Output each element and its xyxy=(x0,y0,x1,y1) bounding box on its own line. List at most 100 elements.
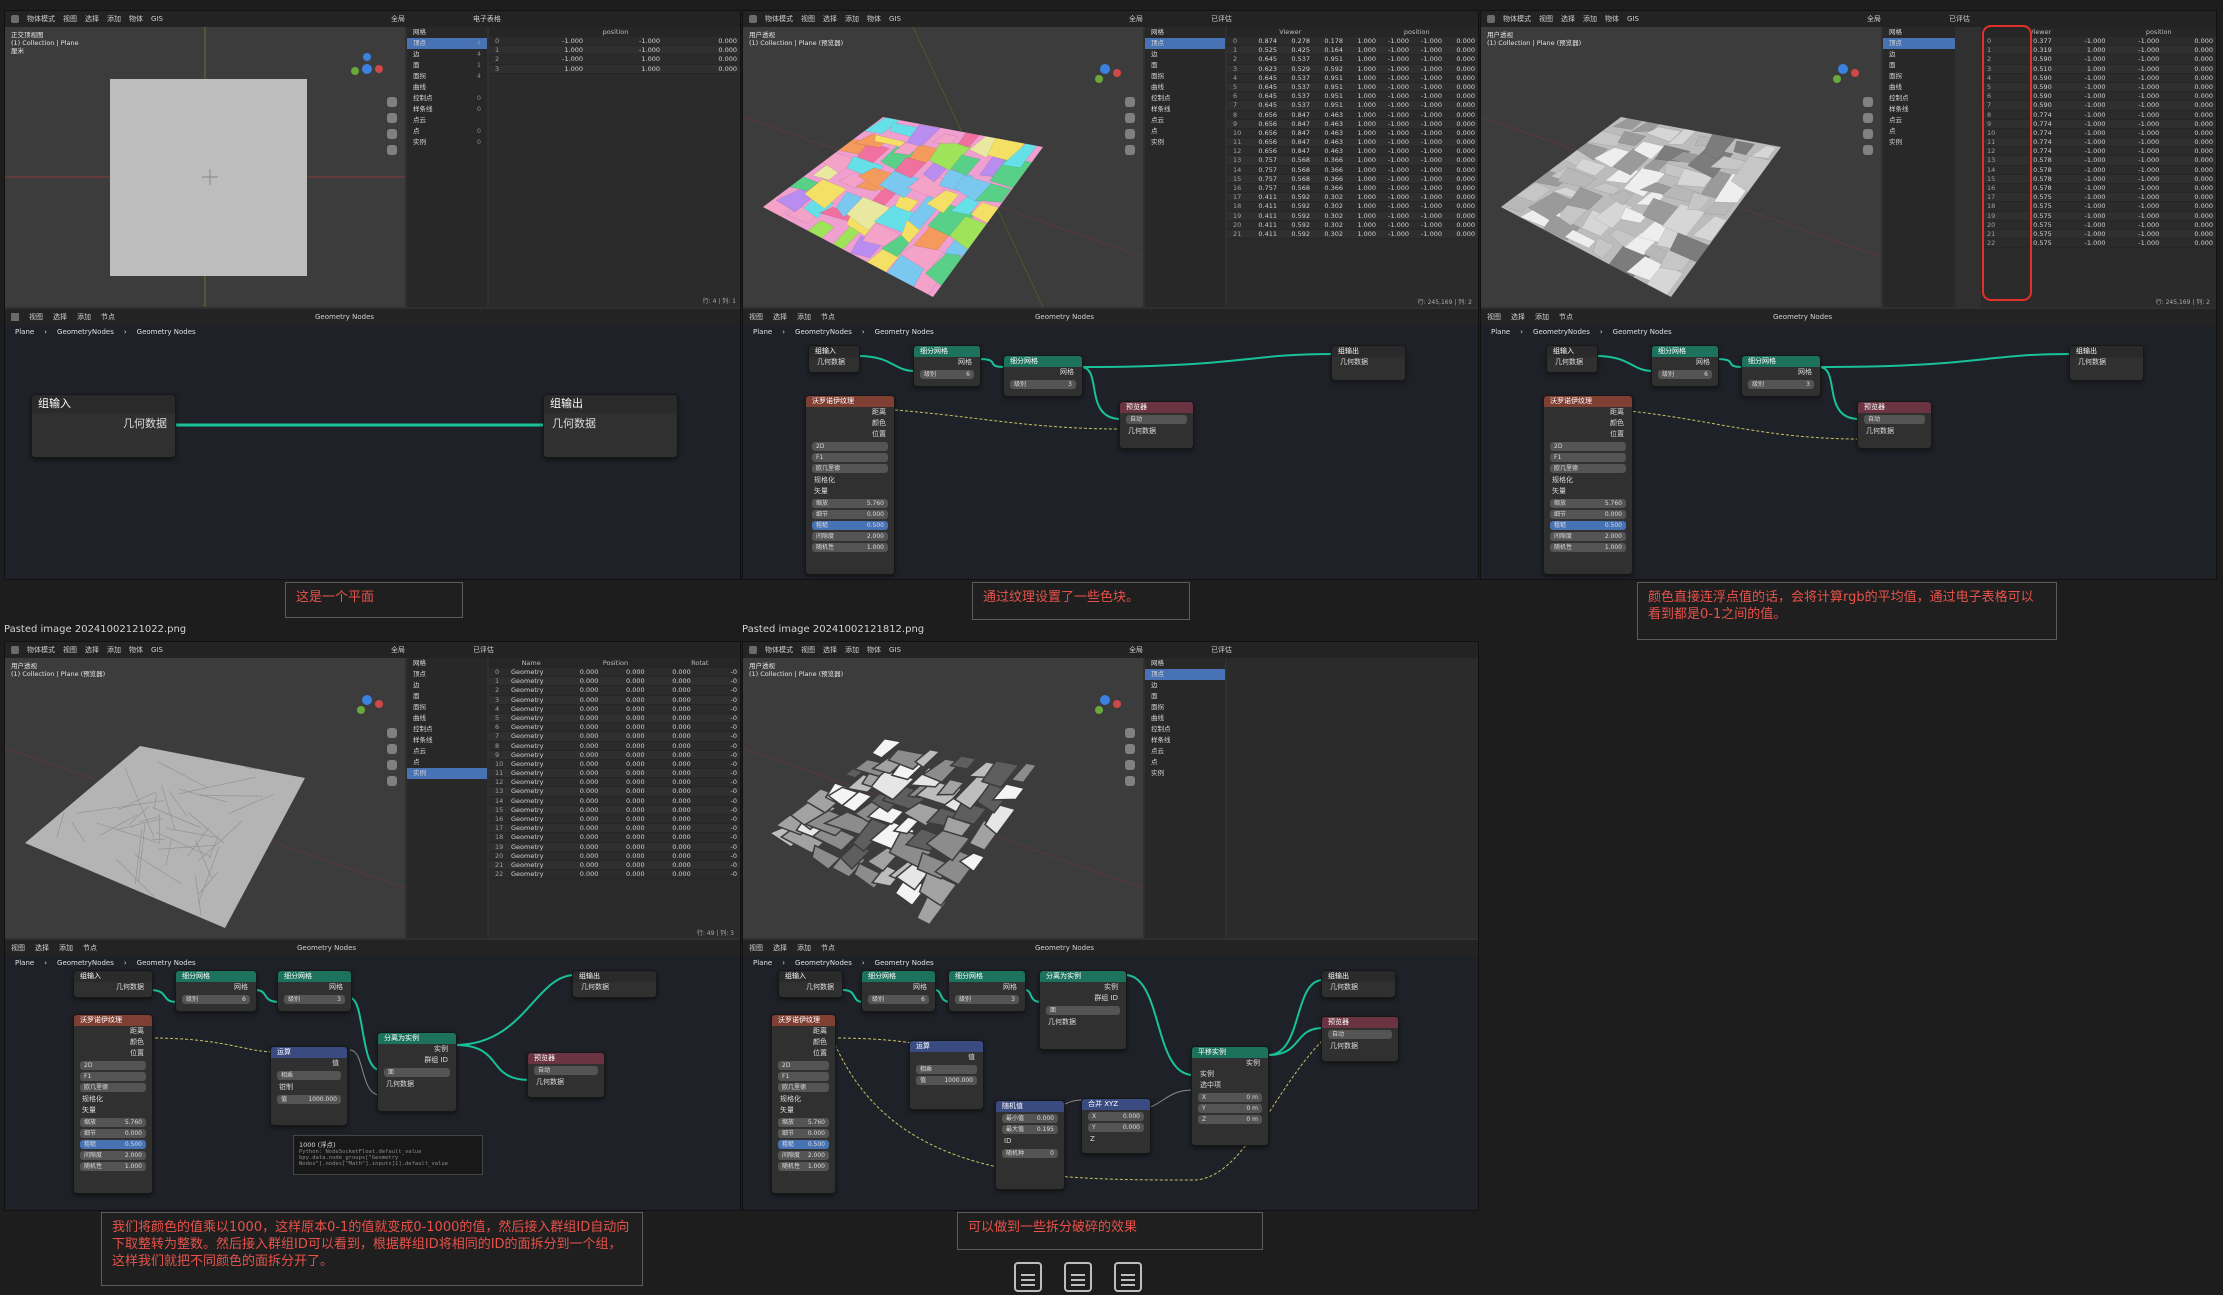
group-input-node[interactable]: 组输入 几何数据 xyxy=(1546,345,1598,373)
group-output-node[interactable]: 组输出 几何数据 xyxy=(1321,970,1396,998)
table-row: 12 Geometry 0.000 0.000 0.000 -0 xyxy=(489,778,740,788)
menu-select[interactable]: 选择 xyxy=(85,14,99,24)
document-icon[interactable] xyxy=(1064,1262,1092,1292)
viewport-tools[interactable] xyxy=(387,97,401,155)
viewer-node[interactable]: 预览器 自动 几何数据 xyxy=(527,1052,605,1098)
3d-viewport[interactable]: 用户透视 (1) Collection | Plane (预览器) xyxy=(743,658,1143,938)
3d-viewport[interactable]: 用户透视 (1) Collection | Plane (预览器) xyxy=(743,27,1143,307)
viewport-tools[interactable] xyxy=(1863,97,1877,155)
transform-orientation[interactable]: 全局 xyxy=(391,14,405,24)
viewer-node[interactable]: 预览器 自动 几何数据 xyxy=(1119,401,1194,449)
viewport-header[interactable]: 物体模式 视图 选择 添加 物体 GIS 全局 已评估 xyxy=(5,642,740,658)
outliner-item[interactable]: 控制点 0 xyxy=(407,93,487,104)
math-node[interactable]: 运算值相乘 钳制值 1000.000 xyxy=(270,1046,348,1126)
group-input-node[interactable]: 组输入 几何数据 xyxy=(73,970,153,998)
node-tree-selector[interactable]: Geometry Nodes xyxy=(315,313,374,321)
table-row: 7 Geometry 0.000 0.000 0.000 -0 xyxy=(489,732,740,742)
outliner[interactable]: 网格 顶点 边 面 面拐 曲线 控制点 样条线 点云 点 实例 xyxy=(1145,658,1225,938)
viewport-header[interactable]: 物体模式 视图 选择 添加 物体 GIS 全局 已评估 xyxy=(1481,11,2216,27)
translate-instances-node[interactable]: 平移实例 实例 实例 选中项 X 0 mY0 mZ0 m xyxy=(1191,1046,1269,1146)
viewer-node[interactable]: 预览器 自动 几何数据 xyxy=(1321,1016,1399,1062)
mesh-grid-node[interactable]: 细分网格 网格 级别 6 xyxy=(175,970,257,1012)
viewport-tools[interactable] xyxy=(387,728,401,786)
viewport-header[interactable]: 物体模式 视图 选择 添加 物体 GIS 全局 电子表格 xyxy=(5,11,740,27)
outliner-item[interactable]: 点云 xyxy=(407,115,487,126)
subdivide-node[interactable]: 细分网格 网格 级别 3 xyxy=(948,970,1026,1012)
node-editor[interactable]: 视图 选择 添加 节点 Geometry Nodes Plane › GeometryNo… xyxy=(5,309,740,579)
group-input-node[interactable]: 组输入 几何数据 xyxy=(778,970,843,998)
node-editor[interactable]: 视图 选择 添加 节点 Geometry Nodes Plane › GeometryNod… xyxy=(5,940,740,1210)
viewport-header[interactable]: 物体模式 视图 选择 添加 物体 GIS 全局 已评估 xyxy=(743,642,1478,658)
voronoi-texture-node[interactable]: 沃罗诺伊纹理 距离 颜色 位置 2D F1 欧几里德 规格化 矢量 缩放 5.76… xyxy=(805,395,895,575)
node-editor[interactable]: 视图 选择 添加 节点 Geometry Nodes Plane › GeometryNod… xyxy=(743,309,1478,579)
viewport-tools[interactable] xyxy=(1125,97,1139,155)
table-row: 10 Geometry 0.000 0.000 0.000 -0 xyxy=(489,760,740,770)
combine-xyz-node[interactable]: 合并 XYZ X 0.000 Y 0.000 Z xyxy=(1081,1098,1151,1154)
3d-viewport[interactable]: 用户透视 (1) Collection | Plane (预览器) xyxy=(1481,27,1881,307)
group-input-node[interactable]: 组输入 几何数据 xyxy=(808,345,860,373)
random-value-node[interactable]: 随机值 最小值 0.000 最大值 0.195 ID 随机种 0 xyxy=(995,1100,1065,1190)
spreadsheet[interactable] xyxy=(1227,658,1478,938)
navigation-gizmo-icon[interactable] xyxy=(347,49,387,89)
outliner[interactable]: 网格 顶点 边 面 面拐 曲线 控制点 样条线 点云 点 实例 xyxy=(1883,27,1955,307)
spreadsheet[interactable]: Name Position Rotat 0 Geometry 0.000 0.000 0.0… xyxy=(489,658,740,938)
hand-icon xyxy=(387,113,397,123)
node-editor[interactable]: 视图 选择 添加 节点 Geometry Nodes Plane › GeometryNod… xyxy=(743,940,1478,1210)
subdivide-node[interactable]: 细分网格 网格 级别 3 xyxy=(1741,355,1821,397)
navigation-gizmo-icon[interactable] xyxy=(347,680,387,720)
group-output-node[interactable]: 组输出 几何数据 xyxy=(572,970,657,998)
menu-object[interactable]: 物体 xyxy=(129,14,143,24)
outliner-item[interactable]: 实例 0 xyxy=(407,137,487,148)
viewport-header[interactable]: 物体模式 视图 选择 添加 物体 GIS 全局 已评估 xyxy=(743,11,1478,27)
menu-view[interactable]: 视图 xyxy=(63,14,77,24)
outliner[interactable]: 网格 顶点 4 边4 面1 面拐 4 曲线 控制点 0 样条线 0 点云 点0 实例 0 xyxy=(407,27,487,307)
outliner-item[interactable]: 面拐 4 xyxy=(407,71,487,82)
subdivide-node[interactable]: 细分网格 网格 级别 3 xyxy=(1003,355,1083,397)
outliner-item[interactable]: 曲线 xyxy=(407,82,487,93)
table-row: 11 0.656 0.847 0.463 1.000 -1.000 -1.000 0.000 xyxy=(1227,138,1478,148)
split-to-instances-node[interactable]: 分离为实例 实例 群组 ID 面几何数据 xyxy=(1039,970,1127,1050)
outliner-item[interactable]: 面1 xyxy=(407,60,487,71)
subdivide-node[interactable]: 细分网格 网格 级别 3 xyxy=(277,970,352,1012)
camera-icon xyxy=(387,129,397,139)
outliner[interactable]: 网格 顶点 边 面 面拐 曲线 控制点 样条线 点云 点 实例 xyxy=(407,658,487,938)
navigation-gizmo-icon[interactable] xyxy=(1085,680,1125,720)
mode-selector[interactable]: 物体模式 xyxy=(27,14,55,24)
menu-gis[interactable]: GIS xyxy=(151,15,163,23)
navigation-gizmo-icon[interactable] xyxy=(1085,49,1125,89)
outliner-item[interactable]: 点0 xyxy=(407,126,487,137)
viewer-node[interactable]: 预览器 自动 几何数据 xyxy=(1857,401,1932,449)
table-row: 14 0.757 0.568 0.366 1.000 -1.000 -1.000 0.000 xyxy=(1227,166,1478,175)
mesh-grid-node[interactable]: 细分网格 网格 级别 6 xyxy=(861,970,936,1012)
table-row: 14 Geometry 0.000 0.000 0.000 -0 xyxy=(489,797,740,806)
group-output-node[interactable]: 组输出 几何数据 xyxy=(543,394,678,458)
new-page-icon[interactable] xyxy=(1014,1262,1042,1292)
node-editor[interactable]: 视图 选择 添加 节点 Geometry Nodes Plane › GeometryNod… xyxy=(1481,309,2216,579)
voronoi-texture-node[interactable]: 沃罗诺伊纹理 距离 颜色 位置 2D F1 欧几里德 规格化 矢量 缩放 5.76… xyxy=(73,1014,153,1194)
mesh-grid-node[interactable]: 细分网格 网格 级别 6 xyxy=(913,345,981,387)
bottom-toolbar[interactable] xyxy=(1014,1262,1142,1292)
node-editor-header[interactable]: 视图 选择 添加 节点 Geometry Nodes xyxy=(5,309,740,325)
spreadsheet[interactable]: position 0 -1.000 -1.000 0.000 1 1.000 -1.000… xyxy=(489,27,740,307)
outliner-item[interactable]: 网格 xyxy=(407,27,487,38)
spreadsheet[interactable]: Viewer position 0 0.874 0.278 0.178 1.000 -1.0… xyxy=(1227,27,1478,307)
voronoi-texture-node[interactable]: 沃罗诺伊纹理 距离 颜色 位置 2D F1 欧几里德 规格化 矢量 缩放 5.76… xyxy=(771,1014,836,1194)
menu-add[interactable]: 添加 xyxy=(107,14,121,24)
group-output-node[interactable]: 组输出 几何数据 xyxy=(2069,345,2144,381)
editor-type-icon[interactable] xyxy=(11,15,19,23)
3d-viewport[interactable]: 用户透视 (1) Collection | Plane (预览器) xyxy=(5,658,405,938)
template-icon[interactable] xyxy=(1114,1262,1142,1292)
group-output-node[interactable]: 组输出 几何数据 xyxy=(1331,345,1406,381)
outliner-item[interactable]: 顶点 4 xyxy=(407,38,487,49)
3d-viewport[interactable]: 正交顶视图 (1) Collection | Plane 厘米 xyxy=(5,27,405,307)
mesh-grid-node[interactable]: 细分网格 网格 级别 6 xyxy=(1651,345,1719,387)
outliner[interactable]: 网格 顶点 边 面 面拐 曲线 控制点 样条线 点云 点 实例 xyxy=(1145,27,1225,307)
voronoi-texture-node[interactable]: 沃罗诺伊纹理 距离 颜色 位置 2D F1 欧几里德 规格化 矢量 缩放 5.76… xyxy=(1543,395,1633,575)
math-node[interactable]: 运算值相乘值 1000.000 xyxy=(909,1040,984,1110)
split-to-instances-node[interactable]: 分离为实例 实例 群组 ID 面几何数据 xyxy=(377,1032,457,1112)
outliner-item[interactable]: 边4 xyxy=(407,49,487,60)
group-input-node[interactable]: 组输入 几何数据 xyxy=(31,394,176,458)
viewport-tools[interactable] xyxy=(1125,728,1139,786)
navigation-gizmo-icon[interactable] xyxy=(1823,49,1863,89)
outliner-item[interactable]: 样条线 0 xyxy=(407,104,487,115)
